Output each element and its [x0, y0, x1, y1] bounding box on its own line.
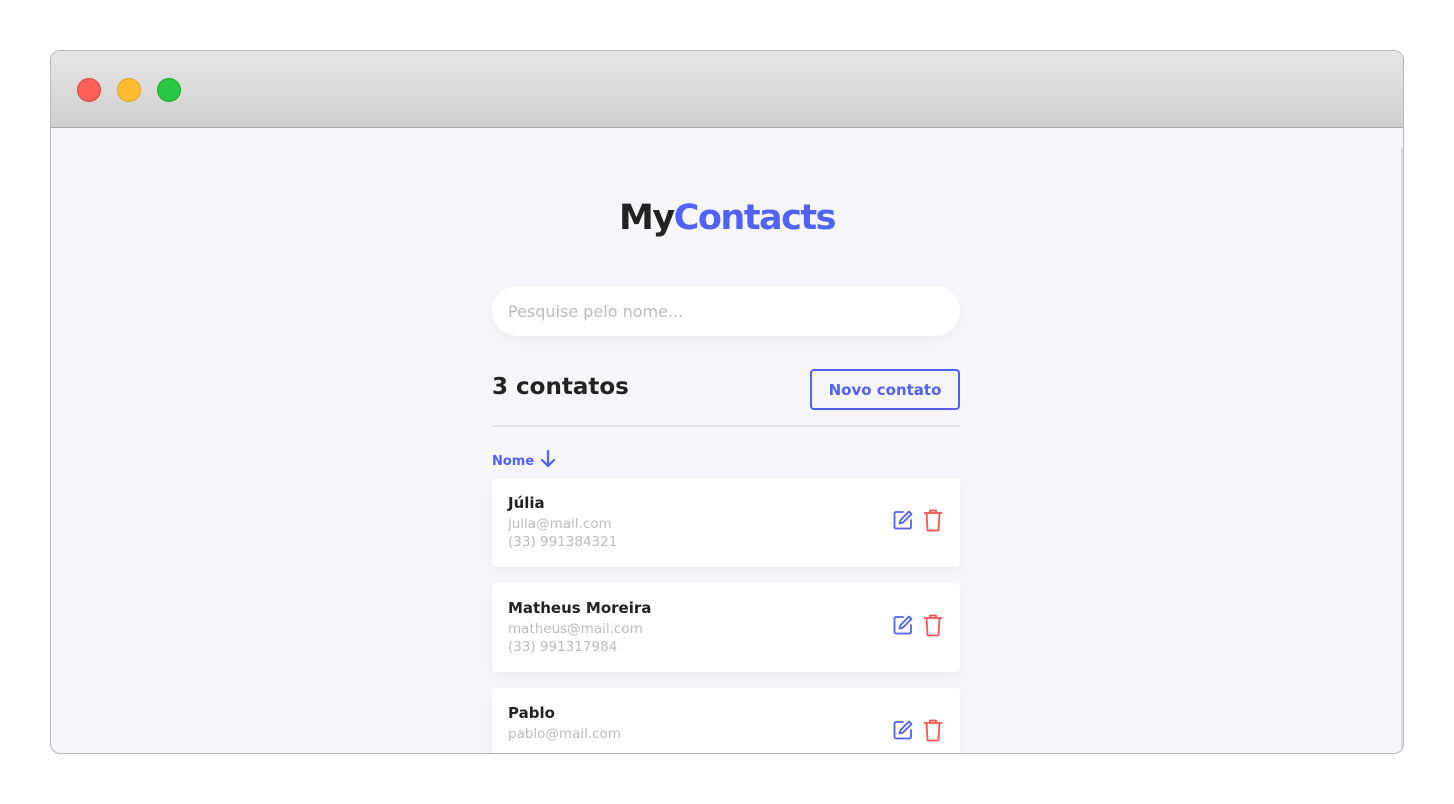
contact-card: Pablo pablo@mail.com — [492, 688, 960, 753]
trash-icon[interactable] — [922, 613, 944, 637]
page-content: MyContacts 3 contatos Novo contato Nome … — [51, 128, 1403, 753]
contact-name: Júlia — [508, 494, 545, 512]
sort-label: Nome — [492, 453, 535, 469]
logo-text-contacts: Contacts — [673, 198, 837, 238]
edit-icon[interactable] — [892, 718, 914, 742]
search-input[interactable] — [492, 286, 960, 336]
close-window-button[interactable] — [77, 78, 101, 102]
app-logo: MyContacts — [51, 198, 1403, 238]
trash-icon[interactable] — [922, 508, 944, 532]
logo-text-my: My — [619, 198, 675, 238]
contact-actions — [892, 718, 944, 742]
contact-name: Matheus Moreira — [508, 599, 652, 617]
list-header: 3 contatos Novo contato — [492, 369, 960, 411]
minimize-window-button[interactable] — [117, 78, 141, 102]
contact-email: julia@mail.com — [508, 516, 612, 532]
contact-name: Pablo — [508, 704, 555, 722]
contact-card: Júlia julia@mail.com (33) 991384321 — [492, 478, 960, 567]
contact-phone: (33) 991384321 — [508, 534, 618, 550]
contact-actions — [892, 508, 944, 532]
scrollbar-track — [1401, 148, 1403, 753]
contact-email: pablo@mail.com — [508, 726, 621, 742]
new-contact-button[interactable]: Novo contato — [810, 369, 960, 410]
sort-by-name-button[interactable]: Nome — [492, 449, 556, 473]
contact-phone: (33) 991317984 — [508, 639, 618, 655]
browser-window: MyContacts 3 contatos Novo contato Nome … — [50, 50, 1404, 754]
contacts-count: 3 contatos — [492, 374, 629, 400]
trash-icon[interactable] — [922, 718, 944, 742]
arrow-down-icon — [540, 449, 556, 473]
contact-card: Matheus Moreira matheus@mail.com (33) 99… — [492, 583, 960, 672]
edit-icon[interactable] — [892, 613, 914, 637]
maximize-window-button[interactable] — [157, 78, 181, 102]
window-titlebar — [51, 51, 1403, 128]
edit-icon[interactable] — [892, 508, 914, 532]
contact-actions — [892, 613, 944, 637]
header-divider — [492, 425, 960, 427]
contact-email: matheus@mail.com — [508, 621, 643, 637]
